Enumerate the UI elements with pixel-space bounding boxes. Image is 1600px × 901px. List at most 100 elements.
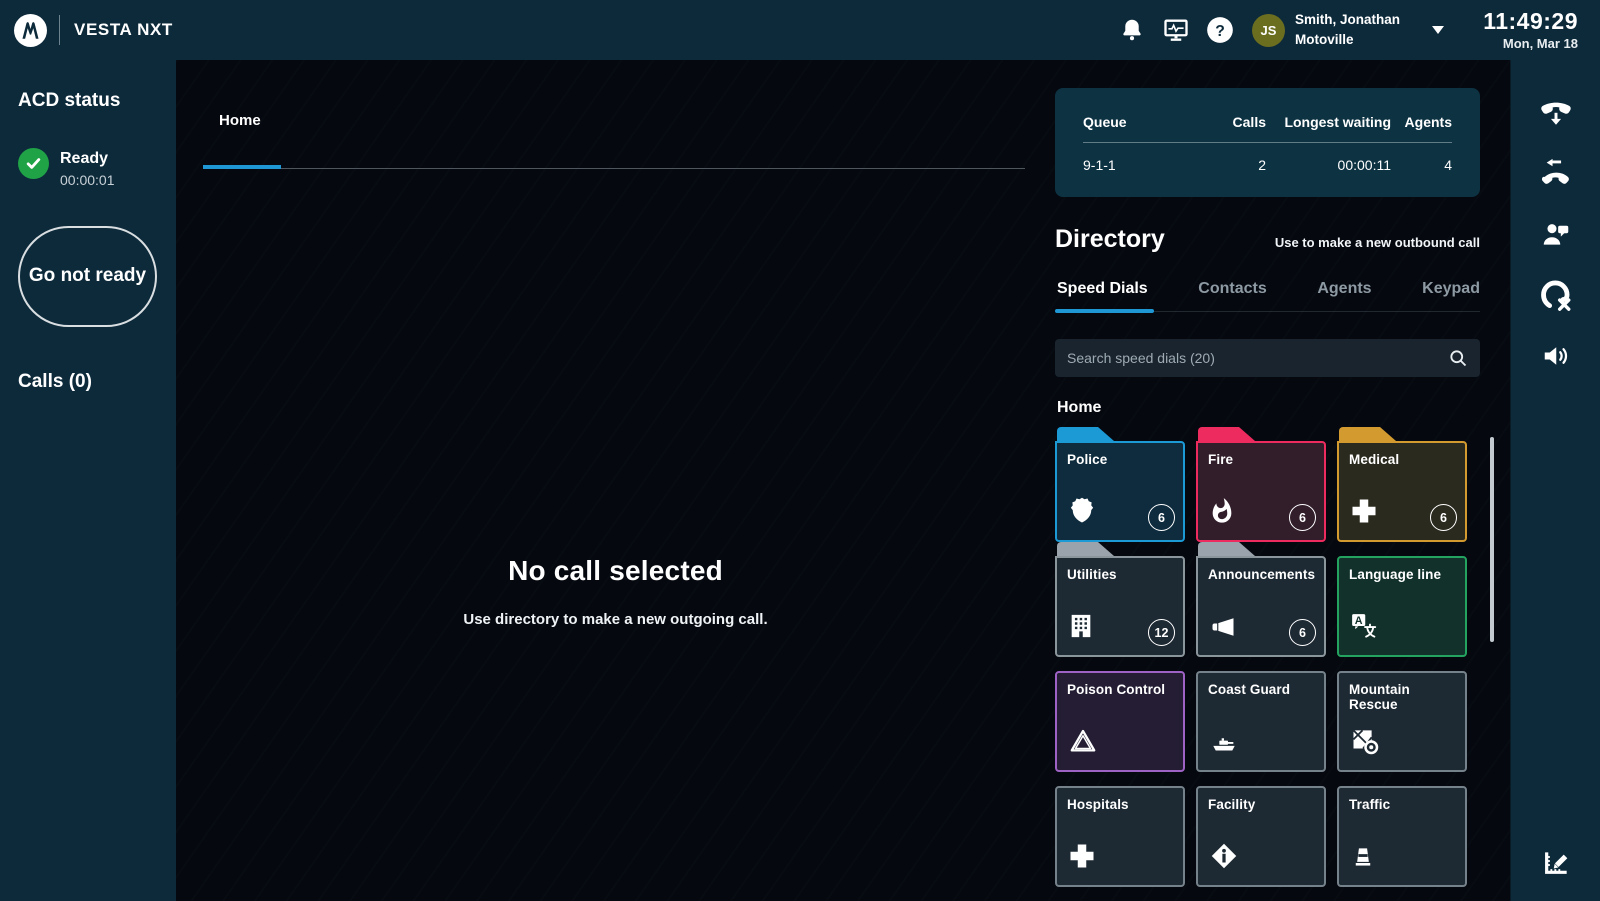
speed-dial-tile-medical[interactable]: Medical6	[1337, 427, 1467, 542]
folder-tab	[1198, 427, 1255, 441]
tile-count-badge: 6	[1148, 504, 1175, 531]
tile-label: Traffic	[1349, 797, 1455, 812]
speed-dial-tile-poison-control[interactable]: Poison Control	[1055, 657, 1185, 772]
search-icon[interactable]	[1448, 348, 1468, 368]
system-monitor-icon[interactable]	[1154, 8, 1198, 52]
queue-cell: 9-1-1	[1083, 157, 1203, 173]
speaker-icon[interactable]	[1532, 332, 1580, 380]
speed-dial-tile-fire[interactable]: Fire6	[1196, 427, 1326, 542]
queue-col-header: Longest waiting	[1266, 114, 1391, 130]
ready-check-icon	[18, 148, 49, 179]
queue-col-header: Calls	[1203, 114, 1266, 130]
translate-icon: A	[1349, 611, 1379, 646]
empty-title: No call selected	[176, 555, 1055, 587]
speed-dial-grid: Police6Fire6Medical6 Utilities 12 Announcem…	[1055, 427, 1480, 887]
tile-label: Poison Control	[1067, 682, 1173, 697]
megaphone-icon	[1208, 613, 1238, 646]
tile-body: Utilities 12	[1055, 556, 1185, 657]
directory-tab-speed-dials[interactable]: Speed Dials	[1055, 280, 1148, 311]
directory-title: Directory	[1055, 225, 1165, 254]
tile-body: Coast Guard	[1196, 671, 1326, 772]
building-icon	[1067, 611, 1095, 646]
acd-state-label: Ready	[60, 148, 115, 168]
grid-scrollbar[interactable]	[1490, 437, 1494, 642]
tile-body: Hospitals	[1055, 786, 1185, 887]
svg-text:?: ?	[1215, 23, 1225, 40]
queue-header-row: QueueCallsLongest waitingAgents	[1083, 104, 1452, 143]
directory-panel: QueueCallsLongest waitingAgents9-1-1200:…	[1055, 88, 1480, 901]
queue-cell: 2	[1203, 157, 1266, 173]
no-call-placeholder: No call selected Use directory to make a…	[176, 555, 1055, 628]
folder-tab	[1339, 427, 1396, 441]
avatar: JS	[1252, 14, 1285, 47]
call-pickup-icon[interactable]	[1532, 88, 1580, 136]
tile-body: Facility	[1196, 786, 1326, 887]
folder-tab	[1198, 542, 1255, 556]
traffic-beacon-icon	[1349, 841, 1377, 876]
speed-dial-tile-language-line[interactable]: Language lineA	[1337, 542, 1467, 657]
hospital-cross-icon	[1067, 841, 1097, 876]
tile-label: Coast Guard	[1208, 682, 1314, 697]
brand-divider	[59, 15, 60, 45]
call-workspace: Home No call selected Use directory to m…	[176, 60, 1055, 901]
speed-dial-search[interactable]	[1055, 339, 1480, 377]
tile-count-badge: 12	[1148, 619, 1175, 646]
top-bar: VESTA NXT ? JS Smith, Jonathan Motoville	[0, 0, 1600, 60]
user-menu[interactable]: JS Smith, Jonathan Motoville	[1252, 10, 1400, 49]
speed-dial-tile-announcements[interactable]: Announcements 6	[1196, 542, 1326, 657]
directory-hint: Use to make a new outbound call	[1275, 235, 1480, 250]
main-area: Home No call selected Use directory to m…	[176, 60, 1510, 901]
clock-time: 11:49:29	[1470, 9, 1578, 34]
tile-label: Mountain Rescue	[1349, 682, 1455, 712]
listen-cancel-icon[interactable]	[1532, 271, 1580, 319]
speed-dial-tile-mountain-rescue[interactable]: Mountain Rescue	[1337, 657, 1467, 772]
search-input[interactable]	[1067, 350, 1448, 366]
tile-label: Announcements	[1208, 567, 1314, 582]
directory-tabbar: Speed Dials Contacts Agents Keypad	[1055, 280, 1480, 312]
go-not-ready-button[interactable]: Go not ready	[18, 226, 157, 327]
tile-body: Medical6	[1337, 441, 1467, 542]
help-icon[interactable]: ?	[1198, 8, 1242, 52]
svg-text:A: A	[1355, 615, 1363, 627]
folder-tab	[1057, 542, 1114, 556]
queue-col-header: Agents	[1391, 114, 1452, 130]
queue-col-header: Queue	[1083, 114, 1203, 130]
directory-tab-agents[interactable]: Agents	[1315, 280, 1371, 311]
motorola-logo-icon	[14, 14, 47, 47]
tab-underline	[203, 167, 1025, 169]
speed-dial-tile-coast-guard[interactable]: Coast Guard	[1196, 657, 1326, 772]
speed-dial-tile-police[interactable]: Police6	[1055, 427, 1185, 542]
tile-body: Mountain Rescue	[1337, 671, 1467, 772]
warning-triangle-icon	[1067, 726, 1099, 761]
call-control-toolbar	[1510, 60, 1600, 901]
directory-section-label: Home	[1057, 399, 1480, 417]
speed-dial-tile-traffic[interactable]: Traffic	[1337, 772, 1467, 887]
tile-count-badge: 6	[1289, 619, 1316, 646]
directory-tab-contacts[interactable]: Contacts	[1196, 280, 1266, 311]
layout-edit-icon[interactable]	[1532, 839, 1580, 887]
chevron-down-icon[interactable]	[1432, 26, 1444, 34]
tile-body: Police6	[1055, 441, 1185, 542]
speed-dial-tile-facility[interactable]: Facility	[1196, 772, 1326, 887]
directory-tab-keypad[interactable]: Keypad	[1420, 280, 1480, 311]
tile-label: Facility	[1208, 797, 1314, 812]
speed-dial-tile-hospitals[interactable]: Hospitals	[1055, 772, 1185, 887]
speed-dial-tile-utilities[interactable]: Utilities 12	[1055, 542, 1185, 657]
tile-label: Hospitals	[1067, 797, 1173, 812]
queue-cell: 4	[1391, 157, 1452, 173]
acd-sidebar: ACD status Ready 00:00:01 Go not ready C…	[0, 60, 176, 901]
tile-count-badge: 6	[1289, 504, 1316, 531]
acd-state: Ready 00:00:01	[18, 148, 158, 188]
tile-body: Fire6	[1196, 441, 1326, 542]
flame-icon	[1208, 496, 1236, 531]
tab-home[interactable]: Home	[203, 112, 261, 167]
app-title: VESTA NXT	[74, 20, 173, 40]
agent-chat-icon[interactable]	[1532, 210, 1580, 258]
tile-body: Traffic	[1337, 786, 1467, 887]
tile-body: Poison Control	[1055, 671, 1185, 772]
tile-label: Utilities	[1067, 567, 1173, 582]
acd-status-title: ACD status	[18, 90, 158, 112]
call-recall-icon[interactable]	[1532, 149, 1580, 197]
tile-count-badge: 6	[1430, 504, 1457, 531]
notifications-bell-icon[interactable]	[1110, 8, 1154, 52]
